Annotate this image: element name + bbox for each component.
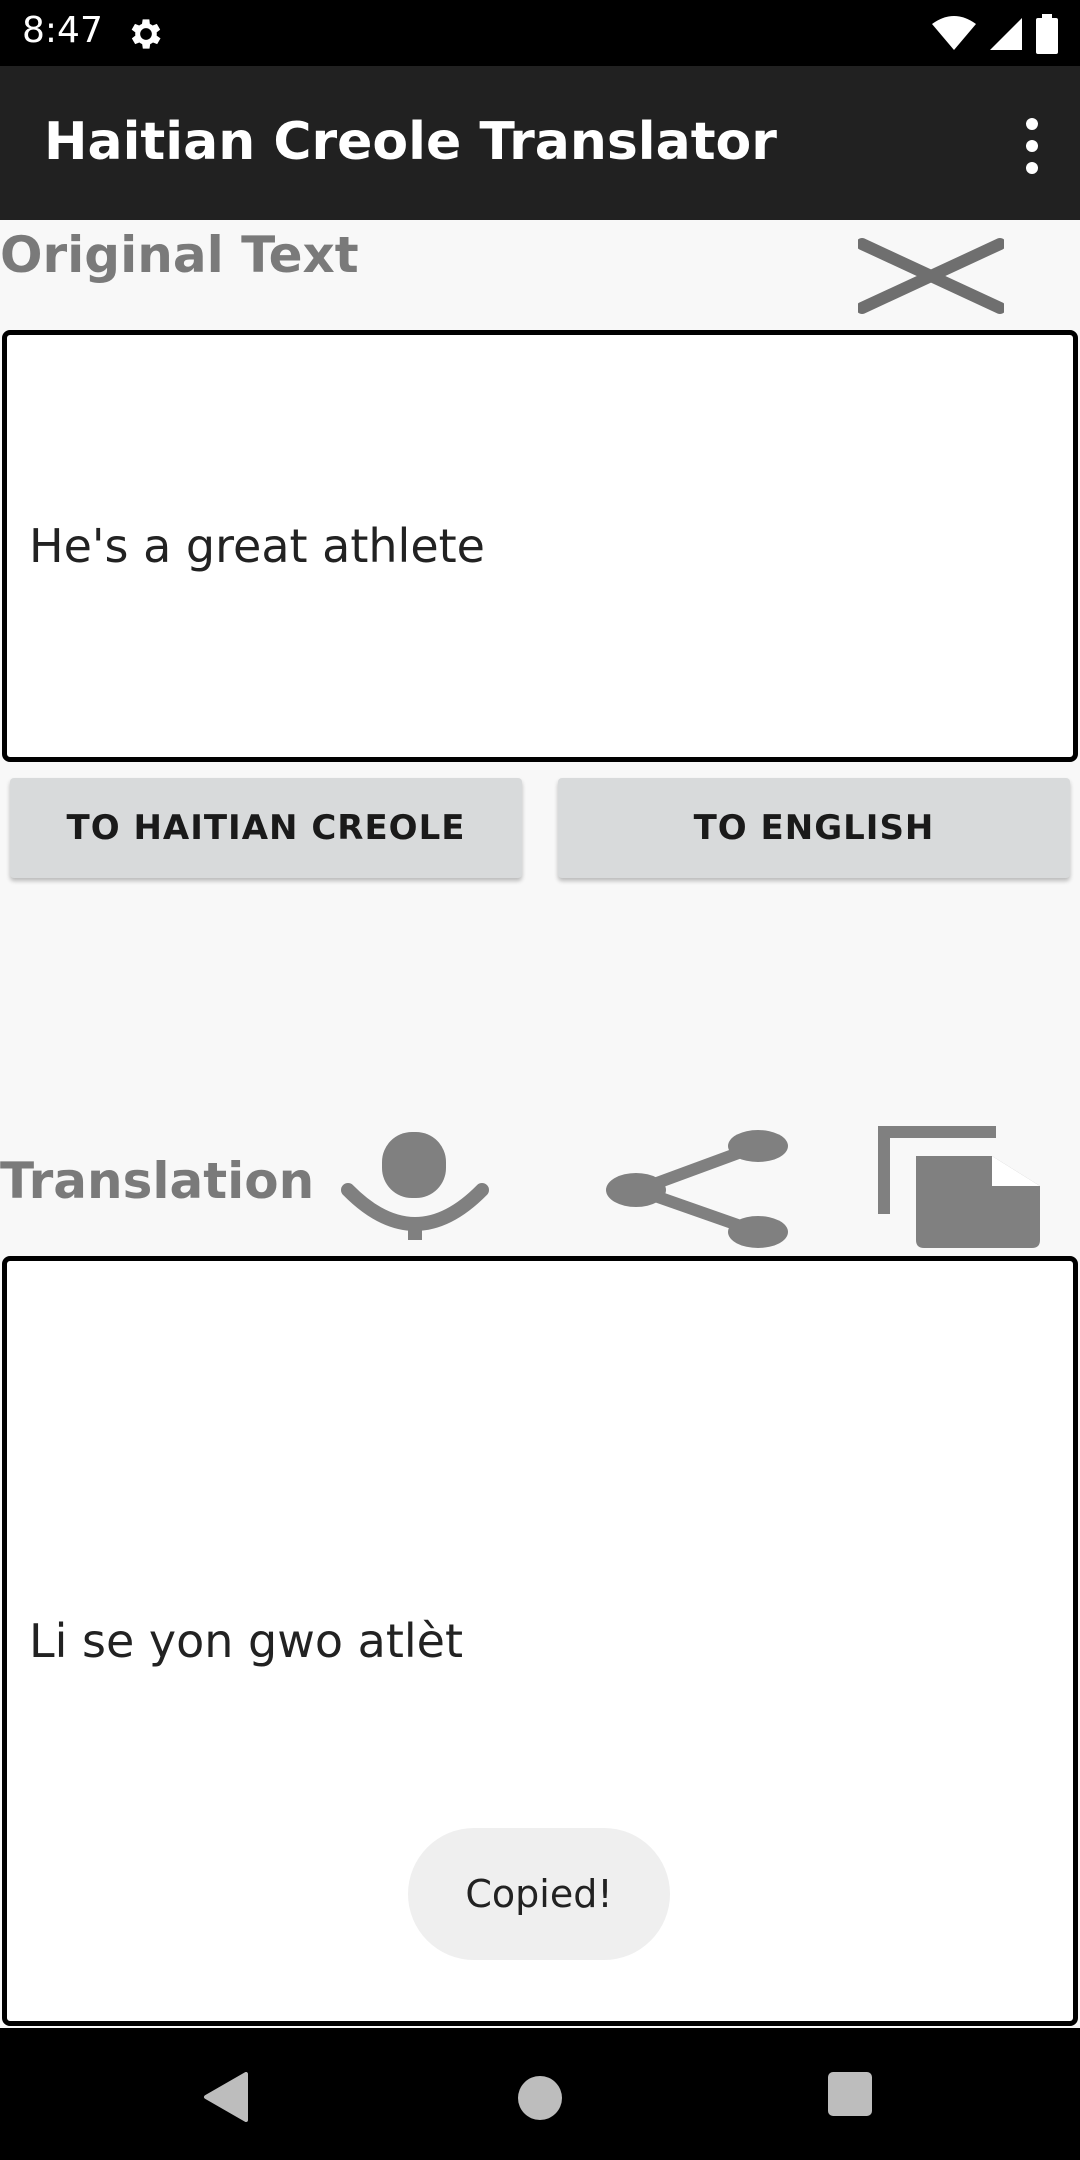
original-text-value: He's a great athlete: [29, 519, 485, 573]
toast-message: Copied!: [465, 1872, 613, 1916]
recents-icon[interactable]: [828, 2072, 872, 2116]
home-icon[interactable]: [518, 2076, 562, 2120]
copied-toast: Copied!: [408, 1828, 670, 1960]
status-icons: [932, 14, 1058, 54]
original-text-label: Original Text: [0, 226, 359, 284]
close-icon[interactable]: [858, 236, 1004, 316]
app-bar: Haitian Creole Translator: [0, 66, 1080, 220]
gear-icon: [131, 19, 161, 49]
copy-icon[interactable]: [876, 1124, 1046, 1250]
translation-text-value: Li se yon gwo atlèt: [29, 1614, 463, 1668]
battery-icon: [1036, 14, 1058, 54]
more-vert-icon[interactable]: [1018, 118, 1046, 174]
microphone-icon[interactable]: [340, 1130, 490, 1240]
navigation-bar: [0, 2028, 1080, 2160]
app-title: Haitian Creole Translator: [44, 112, 777, 172]
translation-label: Translation: [0, 1152, 315, 1210]
share-icon[interactable]: [602, 1130, 792, 1250]
status-time: 8:47: [22, 10, 103, 51]
to-english-button[interactable]: TO ENGLISH: [558, 778, 1070, 878]
status-bar: 8:47: [0, 0, 1080, 66]
wifi-icon: [932, 16, 976, 50]
to-haitian-creole-button[interactable]: TO HAITIAN CREOLE: [10, 778, 522, 878]
original-text-input[interactable]: He's a great athlete: [2, 330, 1078, 762]
back-icon[interactable]: [202, 2072, 248, 2122]
signal-icon: [990, 18, 1022, 50]
